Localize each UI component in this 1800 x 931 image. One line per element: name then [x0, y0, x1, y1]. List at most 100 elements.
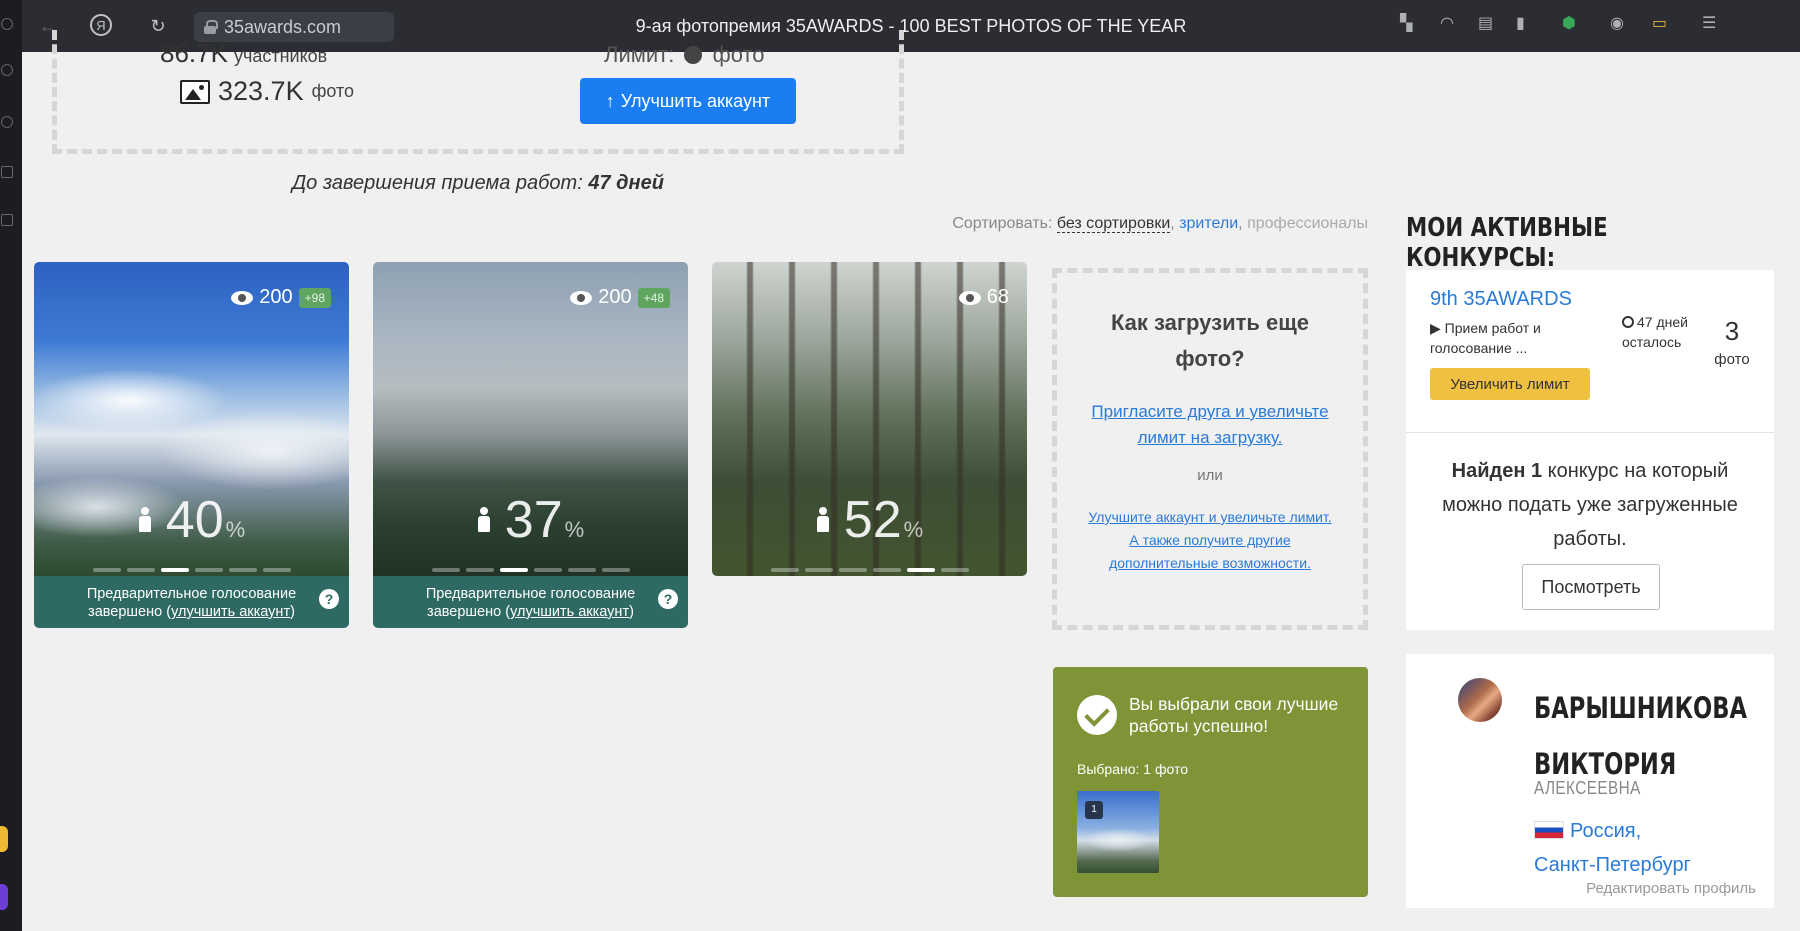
- photos-label: фото: [311, 81, 355, 101]
- sidebar-circle-icon[interactable]: [1, 64, 13, 76]
- person-icon: [477, 507, 491, 533]
- carousel-dot[interactable]: [126, 568, 155, 572]
- sort-option-professionals[interactable]: профессионалы: [1247, 215, 1368, 232]
- carousel-dot[interactable]: [940, 568, 969, 572]
- photo-card[interactable]: 200 +48 37% Предварительное голосование …: [373, 262, 688, 628]
- upgrade-account-link[interactable]: улучшить аккаунт: [171, 604, 290, 620]
- user-name[interactable]: БАРЫШНИКОВА ВИКТОРИЯ: [1534, 680, 1768, 792]
- deadline-label: До завершения приема работ:: [292, 172, 583, 194]
- sort-option-viewers[interactable]: зрители: [1179, 215, 1238, 232]
- view-count: 200 +48: [570, 286, 670, 309]
- contest-photos-label: фото: [1714, 351, 1750, 368]
- sort-separator: ,: [1170, 215, 1175, 232]
- sidebar-circle-icon[interactable]: [1, 116, 13, 128]
- sort-option-none[interactable]: без сортировки: [1056, 215, 1171, 233]
- invite-friend-link[interactable]: Пригласите друга и увеличьте лимит на за…: [1057, 399, 1363, 451]
- selected-photo-thumbnail[interactable]: 1: [1077, 791, 1159, 873]
- contest-name-link[interactable]: 9th 35AWARDS: [1430, 288, 1572, 311]
- bookmark-icon[interactable]: ▮: [1516, 13, 1525, 33]
- browser-sidebar: [0, 0, 22, 931]
- voting-status-bar: Предварительное голосование завершено (у…: [373, 576, 688, 628]
- carousel-dot[interactable]: [465, 568, 494, 572]
- user-middle-name: АЛЕКСЕЕВНА: [1534, 778, 1641, 798]
- days-left: 47 дней осталось: [1622, 312, 1702, 352]
- sidebar-circle-icon[interactable]: [1, 18, 13, 30]
- shield-extension-icon[interactable]: ⬢: [1562, 13, 1576, 33]
- person-icon: [816, 507, 830, 533]
- upload-more-title: Как загрузить еще фото?: [1110, 310, 1310, 371]
- upgrade-button-label: Улучшить аккаунт: [620, 90, 771, 111]
- rating-percent: 37%: [373, 490, 688, 550]
- submission-deadline: До завершения приема работ: 47 дней: [0, 172, 956, 195]
- battery-icon[interactable]: ▭: [1652, 13, 1667, 33]
- reader-icon[interactable]: ▤: [1478, 13, 1493, 33]
- carousel-dot[interactable]: [431, 568, 460, 572]
- carousel-dot[interactable]: [872, 568, 901, 572]
- upgrade-account-link[interactable]: Улучшите аккаунт и увеличьте лимит. А та…: [1057, 506, 1363, 575]
- divider: [1406, 432, 1774, 433]
- carousel-dot-active[interactable]: [499, 568, 528, 572]
- upgrade-account-link[interactable]: улучшить аккаунт: [510, 604, 629, 620]
- eye-icon: [958, 290, 981, 305]
- user-profile-card: БАРЫШНИКОВА ВИКТОРИЯ АЛЕКСЕЕВНА Россия, …: [1406, 654, 1774, 908]
- arrow-up-icon: ↑: [605, 90, 615, 111]
- sidebar-app-icon[interactable]: [0, 884, 8, 910]
- selected-count: Выбрано: 1 фото: [1077, 761, 1189, 777]
- new-views-badge: +48: [637, 287, 670, 308]
- user-country[interactable]: Россия,: [1570, 820, 1641, 842]
- upgrade-account-button[interactable]: ↑ Улучшить аккаунт: [580, 78, 796, 124]
- edit-profile-link[interactable]: Редактировать профиль: [1586, 880, 1756, 897]
- view-count: 200 +98: [231, 286, 331, 309]
- carousel-dot[interactable]: [228, 568, 257, 572]
- thumbnail-number: 1: [1085, 801, 1103, 819]
- selection-success-box: Вы выбрали свои лучшие работы успешно! В…: [1053, 667, 1368, 897]
- carousel-dot[interactable]: [92, 568, 121, 572]
- found-contests-text: Найден 1 конкурс на который можно подать…: [1426, 454, 1754, 556]
- carousel-dot[interactable]: [262, 568, 291, 572]
- voting-status-text2: завершено (: [88, 604, 172, 620]
- voting-status-end: ): [629, 604, 634, 620]
- increase-limit-button[interactable]: Увеличить лимит: [1430, 368, 1590, 400]
- participants-stat: 86.7K участников: [160, 38, 327, 69]
- tabs-grid-icon[interactable]: ▚: [1400, 13, 1412, 33]
- sidebar-app-icon[interactable]: [0, 826, 8, 852]
- person-icon: [138, 507, 152, 533]
- avatar[interactable]: [1458, 678, 1502, 722]
- limit-label-text: Лимит:: [604, 42, 675, 67]
- user-location: Россия, Санкт-Петербург: [1534, 814, 1691, 882]
- carousel-dots: [712, 568, 1027, 572]
- contest-photo-count: 3 фото: [1702, 316, 1762, 368]
- help-icon[interactable]: ?: [319, 589, 339, 609]
- sidebar-square-icon[interactable]: [1, 214, 13, 226]
- carousel-dot[interactable]: [770, 568, 799, 572]
- percent-value: 40: [165, 491, 224, 549]
- active-contests-title: МОИ АКТИВНЫЕ КОНКУРСЫ:: [1406, 213, 1608, 273]
- carousel-dot[interactable]: [194, 568, 223, 572]
- upload-more-box: Как загрузить еще фото? Пригласите друга…: [1052, 268, 1368, 630]
- contest-photos-number: 3: [1724, 316, 1740, 346]
- carousel-dot[interactable]: [533, 568, 562, 572]
- contest-stage: ▶ Прием работ и голосование ...: [1430, 320, 1541, 356]
- carousel-dot[interactable]: [567, 568, 596, 572]
- voting-status-text2: завершено (: [427, 604, 511, 620]
- carousel-dot[interactable]: [804, 568, 833, 572]
- eye-icon: [570, 290, 593, 305]
- extension-icon[interactable]: ◉: [1610, 13, 1624, 33]
- carousel-dot-active[interactable]: [160, 568, 189, 572]
- help-icon[interactable]: ?: [658, 589, 678, 609]
- or-separator: или: [1197, 467, 1223, 484]
- carousel-dot[interactable]: [601, 568, 630, 572]
- user-city[interactable]: Санкт-Петербург: [1534, 854, 1691, 876]
- headphones-icon[interactable]: ◠: [1440, 13, 1454, 33]
- participants-count: 86.7K: [160, 38, 228, 68]
- photo-card[interactable]: 200 +98 40% Предварительное голосование …: [34, 262, 349, 628]
- deadline-value: 47 дней: [588, 172, 664, 194]
- percent-sign: %: [564, 517, 585, 542]
- photo-card[interactable]: 68 52%: [712, 262, 1027, 576]
- menu-icon[interactable]: ☰: [1702, 13, 1716, 33]
- carousel-dot-active[interactable]: [906, 568, 935, 572]
- percent-sign: %: [225, 517, 246, 542]
- new-views-badge: +98: [298, 287, 331, 308]
- carousel-dot[interactable]: [838, 568, 867, 572]
- view-contests-button[interactable]: Посмотреть: [1522, 564, 1660, 610]
